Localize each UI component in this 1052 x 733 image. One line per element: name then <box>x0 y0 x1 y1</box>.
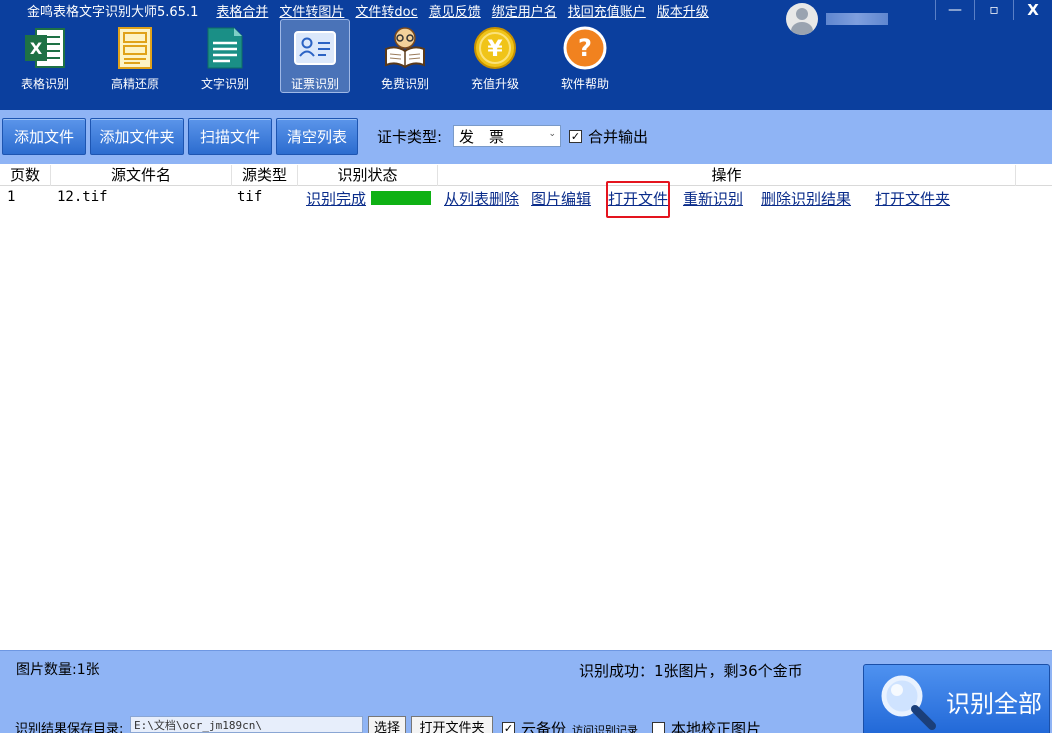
reading-book-icon <box>380 23 430 72</box>
merge-output-label: 合并输出 <box>588 128 649 146</box>
link-version-upgrade[interactable]: 版本升级 <box>657 1 709 20</box>
visit-records-link[interactable]: 访问识别记录 <box>572 722 638 733</box>
tool-label: 表格识别 <box>20 77 69 91</box>
image-count: 图片数量:1张 <box>16 662 100 678</box>
remove-from-list-link[interactable]: 从列表删除 <box>444 188 519 209</box>
result-summary: 识别成功：1张图片，剩36个金币 <box>579 662 803 680</box>
cloud-backup-label: 云备份 <box>521 720 567 733</box>
clear-list-button[interactable]: 清空列表 <box>276 118 358 155</box>
tool-table-recognition[interactable]: X 表格识别 <box>0 20 90 92</box>
svg-text:X: X <box>30 39 43 58</box>
tool-card-recognition[interactable]: 证票识别 <box>270 19 360 93</box>
delete-result-link[interactable]: 删除识别结果 <box>761 188 851 209</box>
svg-text:?: ? <box>578 34 592 62</box>
cell-page: 1 <box>7 189 16 205</box>
user-profile[interactable] <box>786 3 888 35</box>
cell-status: 识别完成 <box>306 190 367 208</box>
scan-file-button[interactable]: 扫描文件 <box>188 118 272 155</box>
add-folder-button[interactable]: 添加文件夹 <box>90 118 184 155</box>
card-type-label: 证卡类型: <box>377 128 443 146</box>
open-file-link[interactable]: 打开文件 <box>608 188 668 209</box>
tool-label: 高精还原 <box>110 77 159 91</box>
tool-label: 证票识别 <box>290 77 339 91</box>
merge-output-checkbox[interactable]: ✓ <box>569 130 582 143</box>
link-file-to-image[interactable]: 文件转图片 <box>279 1 344 20</box>
local-correct-option[interactable]: 本地校正图片 <box>652 718 761 733</box>
link-feedback[interactable]: 意见反馈 <box>429 1 481 20</box>
link-bind-username[interactable]: 绑定用户名 <box>492 1 557 20</box>
link-recover-account[interactable]: 找回充值账户 <box>568 1 646 20</box>
table-row[interactable]: 1 12.tif tif 识别完成 从列表删除 图片编辑 打开文件 重新识别 删… <box>0 187 1052 209</box>
link-file-to-doc[interactable]: 文件转doc <box>355 1 417 20</box>
minimize-button[interactable]: — <box>935 0 974 20</box>
window-controls: — ▫ X <box>935 0 1052 20</box>
local-correct-label: 本地校正图片 <box>671 720 762 733</box>
re-recognize-link[interactable]: 重新识别 <box>683 188 743 209</box>
recognize-all-label: 识别全部 <box>946 690 1042 718</box>
tool-label: 文字识别 <box>200 77 249 91</box>
chevron-down-icon: ⌄ <box>548 129 556 139</box>
close-button[interactable]: X <box>1013 0 1052 20</box>
avatar[interactable] <box>786 3 818 35</box>
tool-free-recognition[interactable]: 免费识别 <box>360 20 450 92</box>
cell-filename: 12.tif <box>57 189 108 205</box>
col-header-operations[interactable]: 操作 <box>438 165 1016 186</box>
action-bar: 添加文件 添加文件夹 扫描文件 清空列表 证卡类型: 发 票 ⌄ ✓ 合并输出 <box>0 110 1052 164</box>
link-table-merge[interactable]: 表格合并 <box>216 1 268 20</box>
tool-label: 软件帮助 <box>560 77 609 91</box>
file-table-header: 页数 源文件名 源类型 识别状态 操作 <box>0 165 1052 186</box>
recognize-all-button[interactable]: 识别全部 <box>863 664 1050 733</box>
svg-text:¥: ¥ <box>487 37 503 62</box>
magnifier-icon <box>881 675 936 730</box>
excel-icon: X <box>20 23 70 72</box>
col-header-type[interactable]: 源类型 <box>232 165 298 186</box>
col-header-status[interactable]: 识别状态 <box>298 165 438 186</box>
document-layout-icon <box>110 23 160 72</box>
open-folder-link[interactable]: 打开文件夹 <box>875 188 950 209</box>
merge-output-option[interactable]: ✓ 合并输出 <box>569 126 648 147</box>
save-dir-input[interactable]: E:\文档\ocr_jm189cn\ <box>130 716 363 733</box>
tool-software-help[interactable]: ? 软件帮助 <box>540 20 630 92</box>
image-edit-link[interactable]: 图片编辑 <box>531 188 591 209</box>
tool-high-precision-restore[interactable]: 高精还原 <box>90 20 180 92</box>
cell-type: tif <box>237 189 263 205</box>
col-header-filename[interactable]: 源文件名 <box>51 165 232 186</box>
tool-recharge-upgrade[interactable]: ¥ 充值升级 <box>450 20 540 92</box>
open-save-folder-button[interactable]: 打开文件夹 <box>411 716 493 733</box>
save-dir-label: 识别结果保存目录: <box>15 722 124 733</box>
cloud-backup-option[interactable]: ✓ 云备份 <box>502 718 566 733</box>
help-icon: ? <box>560 23 610 72</box>
title-bar: 金鸣表格文字识别大师5.65.1 表格合并 文件转图片 文件转doc 意见反馈 … <box>0 0 760 20</box>
maximize-button[interactable]: ▫ <box>974 0 1013 20</box>
choose-dir-button[interactable]: 选择 <box>368 716 406 733</box>
cloud-backup-checkbox[interactable]: ✓ <box>502 722 515 733</box>
app-header: 金鸣表格文字识别大师5.65.1 表格合并 文件转图片 文件转doc 意见反馈 … <box>0 0 1052 110</box>
col-header-page[interactable]: 页数 <box>0 165 51 186</box>
main-toolbar: X 表格识别 高精还原 文字识别 证票识别 免费识别 ¥ 充值升级 ? 软件帮助 <box>0 19 630 93</box>
tool-label: 免费识别 <box>380 77 429 91</box>
text-document-icon <box>200 23 250 72</box>
local-correct-checkbox[interactable] <box>652 722 665 733</box>
tool-text-recognition[interactable]: 文字识别 <box>180 20 270 92</box>
id-card-icon <box>290 23 340 72</box>
username-redacted <box>826 13 888 25</box>
tool-label: 充值升级 <box>470 77 519 91</box>
add-file-button[interactable]: 添加文件 <box>2 118 86 155</box>
app-title: 金鸣表格文字识别大师5.65.1 <box>27 4 199 20</box>
card-type-value: 发 票 <box>459 127 505 146</box>
card-type-select[interactable]: 发 票 ⌄ <box>453 125 561 147</box>
recognition-progress-bar <box>371 191 431 205</box>
yen-coin-icon: ¥ <box>470 23 520 72</box>
